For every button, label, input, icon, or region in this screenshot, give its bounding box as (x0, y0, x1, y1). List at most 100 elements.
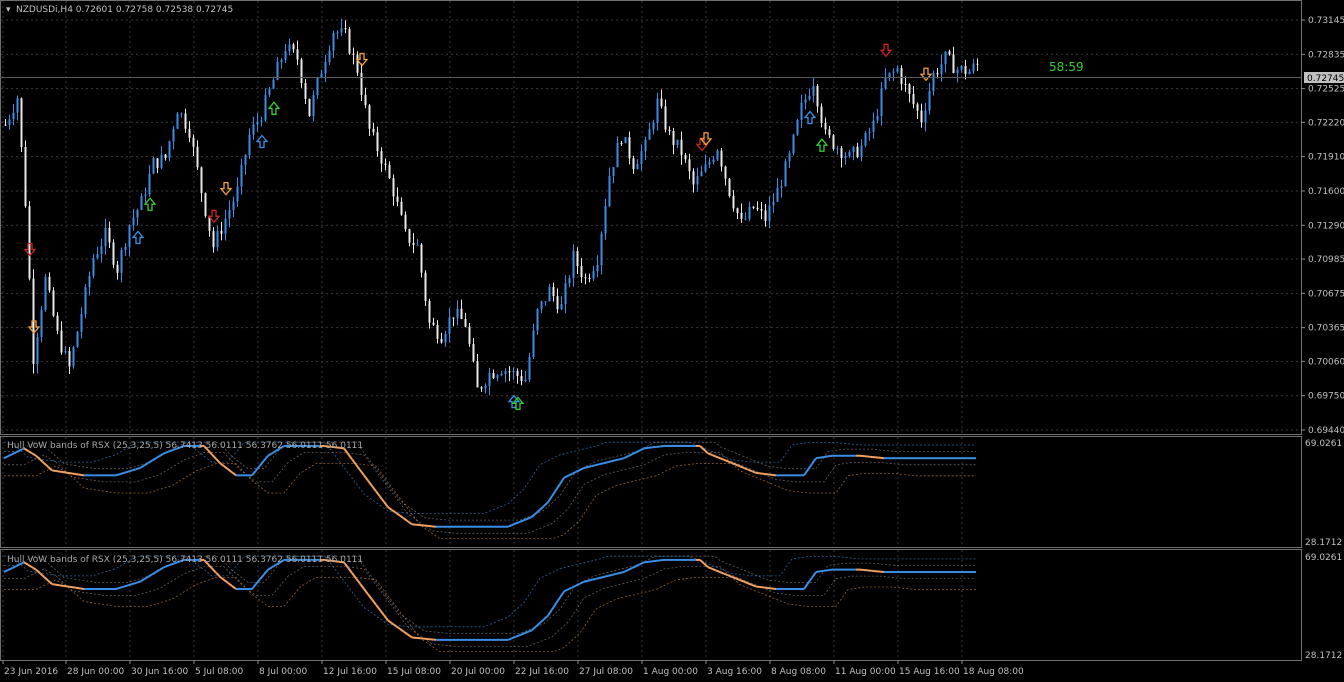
candle-body (892, 71, 895, 73)
candle-body (84, 287, 87, 315)
candle-body (856, 146, 859, 158)
price-chart[interactable]: 0.73145 0.72835 0.72525 0.72220 0.71910 0.716… (0, 0, 1344, 682)
rsx-line (115, 586, 121, 590)
candle-body (740, 212, 743, 219)
candle-body (196, 146, 199, 168)
candle-body (152, 158, 155, 174)
candle-body (824, 123, 827, 130)
candle-body (404, 214, 407, 230)
candle-body (580, 266, 583, 278)
candle-body (760, 209, 763, 211)
candle-body (164, 154, 167, 158)
candle-body (408, 229, 411, 243)
candle-body (232, 201, 235, 211)
candle-body (792, 134, 795, 154)
price-tick-label: 0.72525 (1308, 85, 1344, 95)
time-tick-label: 22 Jul 16:00 (515, 667, 569, 677)
indicator-2-label: Hull VoW bands of RSX (25,3,25,5) 56.741… (7, 555, 363, 565)
candle-body (304, 83, 307, 99)
candle-body (592, 271, 595, 279)
candle-body (248, 134, 251, 156)
candle-body (68, 351, 71, 367)
rsx-line (51, 583, 57, 586)
price-tick-label: 0.70365 (1308, 324, 1344, 334)
dropdown-icon[interactable]: ▾ (6, 5, 11, 15)
candle-body (252, 124, 255, 135)
candle-body (264, 94, 267, 121)
candle-body (292, 44, 295, 50)
rsx-line (59, 584, 65, 587)
rsx-line (607, 460, 613, 464)
candle-body (612, 167, 615, 176)
candle-body (44, 276, 47, 311)
candle-body (420, 244, 423, 273)
candle-body (564, 283, 567, 305)
candle-body (700, 171, 703, 177)
candle-body (944, 51, 947, 65)
rsx-line (819, 455, 825, 459)
candle-body (576, 251, 579, 267)
candle-body (552, 287, 555, 297)
candle-body (132, 217, 135, 226)
rsx-line (599, 462, 605, 466)
candle-body (832, 135, 835, 149)
candle-body (868, 131, 871, 133)
candle-body (480, 387, 483, 389)
candle-body (456, 308, 459, 318)
candle-body (144, 194, 147, 196)
candle-body (460, 308, 463, 319)
price-tick-label: 0.70060 (1308, 357, 1344, 367)
candle-body (524, 379, 527, 382)
candle-body (704, 164, 707, 172)
candle-body (876, 116, 879, 121)
candle-body (584, 277, 587, 279)
rsx-line (115, 473, 121, 477)
candle-body (220, 230, 223, 234)
candle-body (484, 385, 487, 389)
candle-body (724, 166, 727, 179)
candle-body (200, 167, 203, 194)
candle-body (228, 210, 231, 219)
rsx-line (163, 450, 169, 455)
candle-body (312, 95, 315, 117)
candle-body (972, 63, 975, 72)
candle-body (640, 151, 643, 165)
candle-body (96, 254, 99, 259)
candle-body (388, 165, 391, 179)
rsx-line (827, 568, 833, 572)
candle-body (828, 129, 831, 136)
rsx-line (615, 572, 621, 575)
candle-body (492, 373, 495, 379)
rsx-line (67, 471, 73, 475)
candle-body (444, 333, 447, 343)
candle-body (288, 44, 291, 52)
candle-body (932, 72, 935, 92)
candle-body (752, 206, 755, 208)
rsx-line (55, 583, 61, 587)
rsx-line (163, 564, 169, 569)
rsx-line (823, 569, 829, 572)
candle-body (568, 278, 571, 284)
candle-body (116, 264, 119, 273)
candle-body (784, 161, 787, 187)
candle-body (500, 374, 503, 376)
candle-body (448, 317, 451, 334)
candle-body (48, 276, 51, 291)
candle-body (80, 314, 83, 332)
indicator-1-max: 69.0261 (1305, 439, 1342, 449)
candle-body (572, 251, 575, 279)
rsx-line (79, 473, 85, 477)
current-price-label: 0.72745 (1307, 74, 1344, 84)
candle-body (712, 159, 715, 162)
candle-body (920, 110, 923, 123)
candle-body (888, 72, 891, 78)
candle-body (296, 49, 299, 60)
candle-body (88, 275, 91, 288)
candle-body (528, 357, 531, 380)
time-tick-label: 12 Jul 16:00 (323, 667, 377, 677)
rsx-line (603, 574, 609, 578)
candle-body (780, 186, 783, 188)
candle-body (844, 156, 847, 159)
candle-body (676, 139, 679, 146)
candle-body (36, 337, 39, 364)
